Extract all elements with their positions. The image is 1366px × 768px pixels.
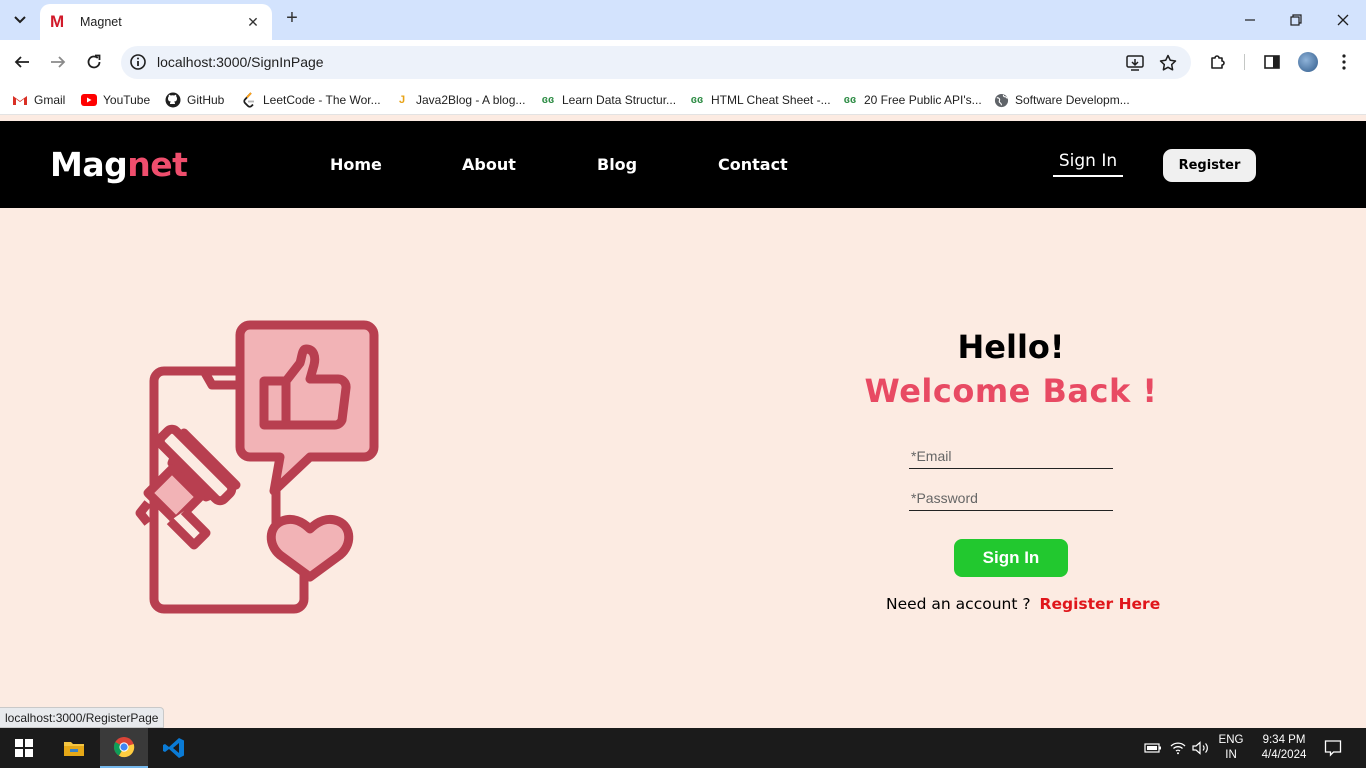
profile-avatar[interactable]	[1298, 52, 1318, 72]
arrow-left-icon	[14, 56, 29, 68]
bookmark-label: GitHub	[187, 93, 225, 107]
signin-submit-button[interactable]: Sign In	[954, 539, 1068, 577]
volume-icon[interactable]	[1191, 738, 1211, 758]
tab-close-icon[interactable]: ✕	[244, 14, 262, 31]
bookmark-html-cheat[interactable]: ɞɞ HTML Cheat Sheet -...	[689, 92, 831, 108]
nav-contact-link[interactable]: Contact	[718, 155, 788, 174]
address-bar[interactable]: localhost:3000/SignInPage	[121, 46, 1191, 79]
toolbar-separator	[1244, 54, 1245, 70]
bookmark-label: 20 Free Public API's...	[864, 93, 982, 107]
need-account-label: Need an account ?	[886, 595, 1031, 613]
taskbar-vscode[interactable]	[150, 728, 198, 768]
windows-taskbar: ENG IN 9:34 PM 4/4/2024	[0, 728, 1366, 768]
logo-part-white: Mag	[50, 145, 128, 184]
language-indicator[interactable]: ENG IN	[1214, 733, 1248, 763]
bookmark-label: Java2Blog - A blog...	[416, 93, 526, 107]
github-icon	[165, 92, 181, 108]
minimize-button[interactable]	[1238, 8, 1262, 32]
bookmark-label: Software Developm...	[1015, 93, 1130, 107]
side-panel-icon[interactable]	[1260, 50, 1284, 74]
social-marketing-illustration	[135, 320, 379, 614]
browser-tab-active[interactable]: M Magnet ✕	[40, 4, 272, 40]
battery-icon[interactable]	[1143, 738, 1163, 758]
tab-search-button[interactable]	[8, 8, 32, 32]
clock-date: 4/4/2024	[1261, 749, 1307, 761]
email-field[interactable]	[909, 443, 1113, 469]
taskbar-chrome[interactable]	[100, 728, 148, 768]
bookmarks-bar: Gmail YouTube GitHub LeetCode - The Wor.…	[0, 85, 1366, 115]
geeksforgeeks-icon: ɞɞ	[541, 94, 555, 106]
close-icon	[1337, 14, 1349, 26]
site-navbar: Magnet Home About Blog Contact Sign In R…	[0, 121, 1366, 208]
reload-icon	[87, 54, 101, 69]
bookmark-label: Learn Data Structur...	[562, 93, 677, 107]
back-button[interactable]	[8, 48, 36, 76]
bookmark-label: YouTube	[103, 93, 151, 107]
browser-tabstrip: M Magnet ✕ +	[0, 0, 1366, 40]
restore-button[interactable]	[1284, 8, 1308, 32]
bookmark-learn-ds[interactable]: ɞɞ Learn Data Structur...	[540, 92, 676, 108]
need-account-text: Need an account ? Register Here	[886, 595, 1160, 613]
bookmark-label: HTML Cheat Sheet -...	[711, 93, 831, 107]
folder-icon	[64, 742, 84, 756]
bookmark-label: LeetCode - The Wor...	[263, 93, 381, 107]
nav-register-button[interactable]: Register	[1163, 149, 1256, 182]
chrome-icon	[113, 737, 135, 758]
start-button[interactable]	[0, 728, 48, 768]
bookmark-star-icon[interactable]	[1158, 53, 1178, 73]
nav-about-link[interactable]: About	[462, 155, 516, 174]
bookmark-free-apis[interactable]: ɞɞ 20 Free Public API's...	[842, 92, 982, 108]
youtube-icon	[81, 92, 97, 108]
leetcode-icon	[241, 92, 257, 108]
chevron-down-icon	[14, 16, 26, 24]
forward-button[interactable]	[44, 48, 72, 76]
arrow-right-icon	[51, 56, 66, 68]
reload-button[interactable]	[80, 48, 108, 76]
globe-icon	[993, 92, 1009, 108]
close-window-button[interactable]	[1331, 8, 1355, 32]
bookmark-software-dev[interactable]: Software Developm...	[993, 92, 1130, 108]
install-app-icon[interactable]	[1125, 53, 1145, 73]
bookmark-github[interactable]: GitHub	[165, 92, 224, 108]
magnet-logo[interactable]: Magnet	[50, 145, 188, 184]
windows-logo-icon	[15, 739, 33, 757]
wifi-icon[interactable]	[1168, 738, 1188, 758]
status-bar-url: localhost:3000/RegisterPage	[0, 707, 165, 728]
register-here-link[interactable]: Register Here	[1040, 595, 1161, 613]
gmail-icon	[12, 92, 28, 108]
clock-time: 9:34 PM	[1262, 734, 1306, 746]
bookmark-youtube[interactable]: YouTube	[81, 92, 150, 108]
password-field[interactable]	[909, 485, 1113, 511]
bookmark-leetcode[interactable]: LeetCode - The Wor...	[241, 92, 381, 108]
address-url[interactable]: localhost:3000/SignInPage	[157, 54, 324, 70]
heart-icon	[266, 514, 354, 582]
geeksforgeeks-icon: ɞɞ	[843, 94, 857, 106]
bookmark-java2blog[interactable]: J Java2Blog - A blog...	[394, 92, 525, 108]
hello-heading: Hello!	[957, 328, 1065, 366]
taskbar-file-explorer[interactable]	[50, 728, 98, 768]
kebab-menu-icon[interactable]	[1332, 50, 1356, 74]
nav-home-link[interactable]: Home	[330, 155, 382, 174]
info-icon[interactable]	[129, 53, 147, 71]
logo-part-pink: net	[127, 145, 188, 184]
browser-toolbar: localhost:3000/SignInPage	[0, 40, 1366, 85]
welcome-back-heading: Welcome Back !	[864, 372, 1158, 410]
language-code: ENG	[1218, 734, 1244, 746]
extensions-puzzle-icon[interactable]	[1206, 50, 1230, 74]
bookmark-gmail[interactable]: Gmail	[12, 92, 65, 108]
vscode-icon	[163, 738, 184, 758]
clock[interactable]: 9:34 PM 4/4/2024	[1252, 733, 1316, 763]
region-code: IN	[1225, 749, 1237, 761]
nav-signin-link[interactable]: Sign In	[1053, 151, 1123, 177]
bookmark-label: Gmail	[34, 93, 66, 107]
nav-blog-link[interactable]: Blog	[597, 155, 637, 174]
notifications-icon[interactable]	[1323, 738, 1343, 758]
restore-icon	[1290, 14, 1302, 26]
magnet-favicon-icon: M	[50, 12, 65, 31]
tab-title: Magnet	[80, 15, 122, 29]
geeksforgeeks-icon: ɞɞ	[690, 94, 704, 106]
new-tab-button[interactable]: +	[282, 8, 302, 29]
java2blog-icon: J	[398, 94, 406, 106]
minimize-icon	[1245, 19, 1255, 21]
